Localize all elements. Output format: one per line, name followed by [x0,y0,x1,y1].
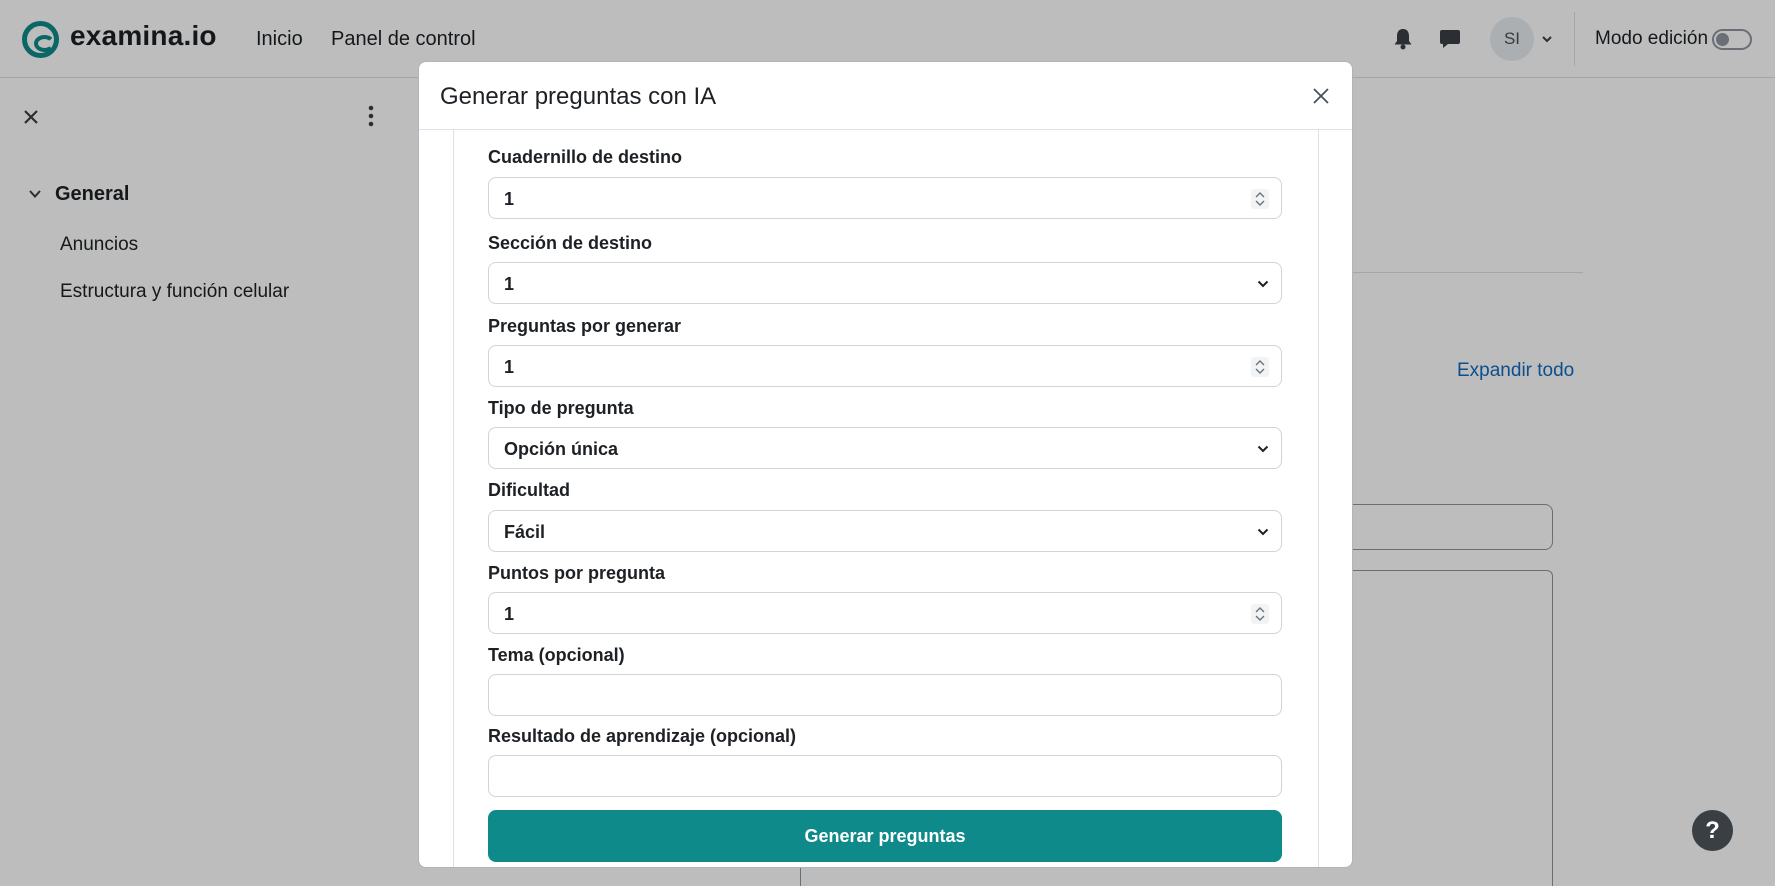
seccion-value: 1 [504,274,515,294]
resultado-text-input[interactable] [488,755,1282,797]
spinner-arrows-icon[interactable] [1251,189,1269,209]
chevron-down-icon [1257,445,1269,453]
label-preguntas: Preguntas por generar [488,316,682,336]
label-seccion: Sección de destino [488,233,653,253]
cuadernillo-value: 1 [504,189,515,209]
label-cuadernillo: Cuadernillo de destino [488,147,683,167]
preguntas-number-input[interactable]: 1 [488,345,1282,387]
dificultad-select[interactable]: Fácil [488,510,1282,552]
tipo-select[interactable]: Opción única [488,427,1282,469]
label-resultado: Resultado de aprendizaje (opcional) [488,726,797,746]
spinner-arrows-icon[interactable] [1251,357,1269,377]
help-button[interactable]: ? [1692,810,1733,851]
label-dificultad: Dificultad [488,480,571,500]
modal-header: Generar preguntas con IA [419,62,1352,130]
cuadernillo-number-input[interactable]: 1 [488,177,1282,219]
seccion-select[interactable]: 1 [488,262,1282,304]
spinner-arrows-icon[interactable] [1251,604,1269,624]
puntos-number-input[interactable]: 1 [488,592,1282,634]
tipo-value: Opción única [504,439,619,459]
generate-questions-modal: Generar preguntas con IA Cuadernillo de … [418,61,1353,868]
tema-text-input[interactable] [488,674,1282,716]
chevron-down-icon [1257,528,1269,536]
close-icon[interactable] [1312,87,1330,105]
dificultad-value: Fácil [504,522,546,542]
preguntas-value: 1 [504,357,515,377]
puntos-value: 1 [504,604,515,624]
label-tipo: Tipo de pregunta [488,398,634,418]
generate-questions-button[interactable]: Generar preguntas [488,810,1282,862]
label-tema: Tema (opcional) [488,645,625,665]
chevron-down-icon [1257,280,1269,288]
modal-title: Generar preguntas con IA [440,83,717,110]
label-puntos: Puntos por pregunta [488,563,665,583]
